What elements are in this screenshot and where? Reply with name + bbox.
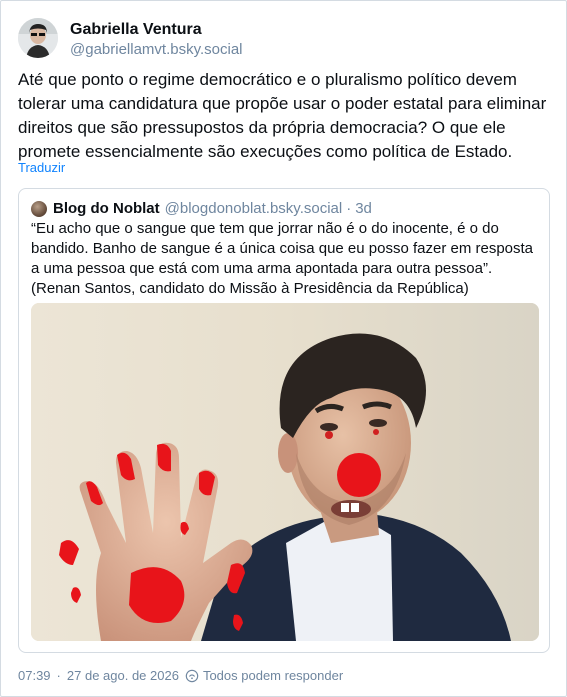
quoted-author-name[interactable]: Blog do Noblat bbox=[53, 200, 160, 217]
quoted-author-handle[interactable]: @blogdonoblat.bsky.social bbox=[165, 200, 343, 217]
separator-dot: · bbox=[346, 200, 352, 217]
quoted-author-avatar[interactable] bbox=[31, 200, 47, 217]
author-display-name[interactable]: Gabriella Ventura bbox=[70, 20, 243, 40]
reply-everyone-icon bbox=[185, 669, 199, 682]
separator-dot: · bbox=[56, 668, 61, 683]
author-handle[interactable]: @gabriellamvt.bsky.social bbox=[70, 40, 243, 60]
quoted-post-text: “Eu acho que o sangue que tem que jorrar… bbox=[31, 220, 534, 297]
quoted-post-time[interactable]: 3d bbox=[355, 200, 372, 217]
post-date[interactable]: 27 de ago. de 2026 bbox=[67, 668, 179, 683]
author-avatar[interactable] bbox=[18, 18, 58, 58]
quoted-post-header: Blog do Noblat @blogdonoblat.bsky.social… bbox=[31, 200, 372, 217]
quoted-post-image[interactable] bbox=[31, 303, 539, 641]
post-header: Gabriella Ventura @gabriellamvt.bsky.soc… bbox=[18, 18, 243, 60]
post-footer: 07:39 · 27 de ago. de 2026 Todos podem r… bbox=[18, 668, 343, 683]
post-text: Até que ponto o regime democrático e o p… bbox=[18, 70, 547, 161]
quoted-post[interactable]: Blog do Noblat @blogdonoblat.bsky.social… bbox=[18, 188, 550, 653]
post-time[interactable]: 07:39 bbox=[18, 668, 51, 683]
reply-setting-label[interactable]: Todos podem responder bbox=[203, 668, 343, 683]
translate-link[interactable]: Traduzir bbox=[18, 160, 65, 175]
